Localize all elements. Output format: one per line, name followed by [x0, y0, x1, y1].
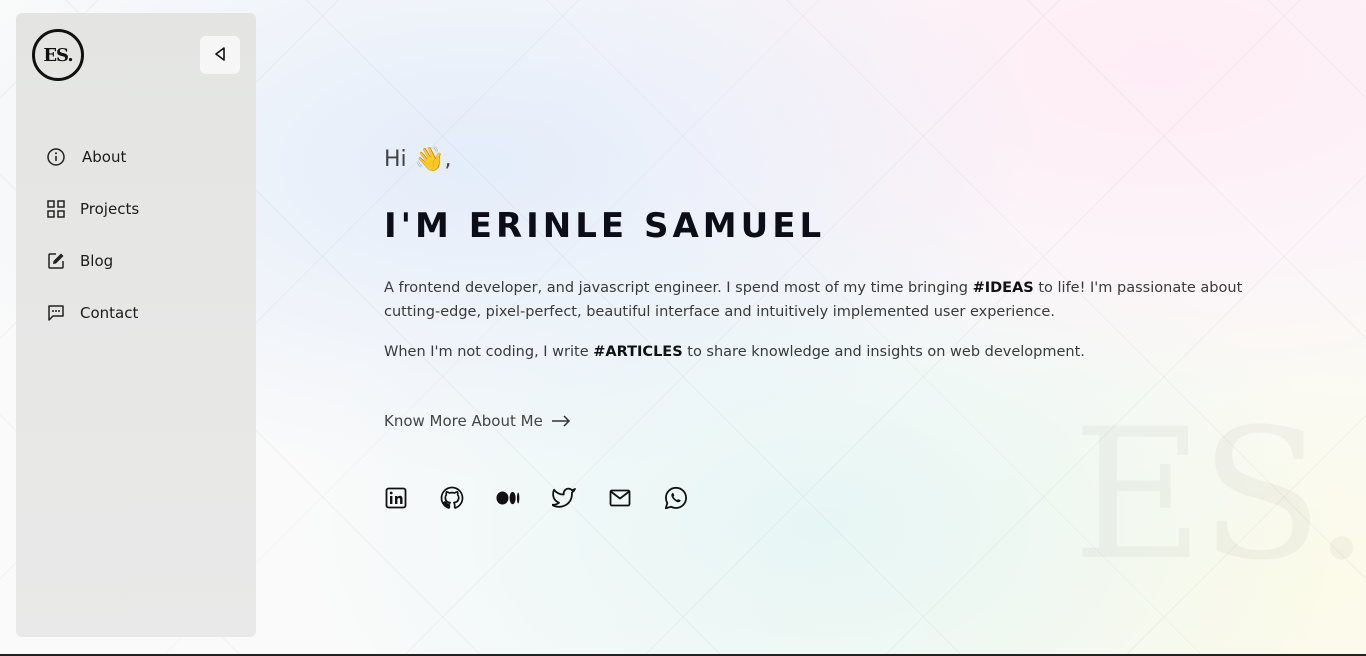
grid-icon: [46, 199, 66, 219]
info-icon: [46, 147, 66, 167]
waving-hand-icon: 👋: [414, 145, 445, 173]
sidebar-item-blog[interactable]: Blog: [46, 235, 236, 287]
message-icon: [46, 303, 66, 323]
medium-icon[interactable]: [496, 486, 520, 510]
logo-text: ES.: [43, 44, 73, 66]
arrow-right-icon: [551, 415, 571, 427]
articles-paragraph: When I'm not coding, I write #ARTICLES t…: [384, 340, 1284, 364]
whatsapp-icon[interactable]: [664, 486, 688, 510]
sidebar-item-label: Projects: [80, 200, 140, 218]
linkedin-icon[interactable]: [384, 486, 408, 510]
edit-icon: [46, 251, 66, 271]
articles-highlight: #ARTICLES: [593, 344, 683, 360]
intro2-text-2: to share knowledge and insights on web d…: [682, 344, 1085, 360]
know-more-label: Know More About Me: [384, 412, 543, 430]
sidebar-item-contact[interactable]: Contact: [46, 287, 236, 339]
know-more-link[interactable]: Know More About Me: [384, 412, 571, 430]
hero-section: Hi 👋 , I'M ERINLE SAMUEL A frontend deve…: [384, 140, 1284, 510]
greeting-text: Hi: [384, 146, 407, 172]
social-links: [384, 486, 1284, 510]
twitter-icon[interactable]: [552, 486, 576, 510]
intro-paragraph: A frontend developer, and javascript eng…: [384, 276, 1284, 324]
sidebar-item-projects[interactable]: Projects: [46, 183, 236, 235]
sidebar-item-label: Contact: [80, 304, 139, 322]
sidebar-item-label: Blog: [80, 252, 114, 270]
greeting-suffix: ,: [444, 146, 452, 172]
sidebar-nav: About Projects Blog Contact: [46, 131, 236, 339]
greeting: Hi 👋 ,: [384, 140, 1284, 178]
mail-icon[interactable]: [608, 486, 632, 510]
intro-text-1: A frontend developer, and javascript eng…: [384, 280, 973, 296]
collapse-sidebar-button[interactable]: [200, 36, 240, 74]
intro2-text-1: When I'm not coding, I write: [384, 344, 594, 360]
sidebar-item-label: About: [82, 148, 127, 166]
sidebar: ES. About Projects Blog Contact: [16, 13, 256, 637]
logo[interactable]: ES.: [32, 29, 84, 81]
ideas-highlight: #IDEAS: [972, 280, 1034, 296]
sidebar-item-about[interactable]: About: [46, 131, 236, 183]
github-icon[interactable]: [440, 486, 464, 510]
triangle-left-icon: [214, 46, 226, 65]
page-title: I'M ERINLE SAMUEL: [384, 206, 826, 246]
